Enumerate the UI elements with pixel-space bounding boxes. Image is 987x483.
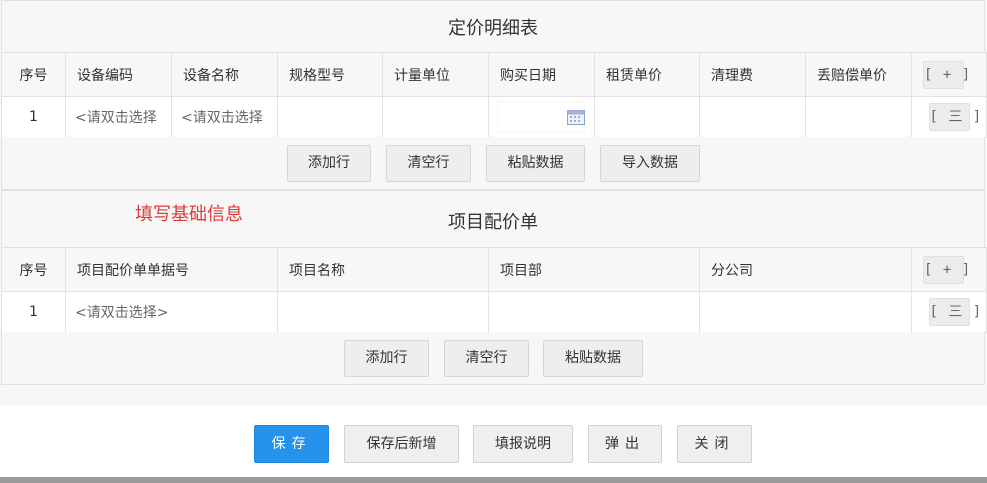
col-header-branch: 分公司 <box>699 247 912 292</box>
project-clear-rows-button[interactable]: 清空行 <box>444 340 529 377</box>
col-header-project-name: 项目名称 <box>277 247 489 292</box>
pricing-button-bar: 添加行 清空行 粘贴数据 导入数据 <box>1 137 985 190</box>
row-menu-cell: [ 三 ] <box>911 291 987 333</box>
col-header-unit: 计量单位 <box>382 52 489 97</box>
fill-instructions-button[interactable]: 填报说明 <box>473 425 573 463</box>
form-page: 定价明细表 序号 设备编码 设备名称 规格型号 计量单位 购买日期 租赁单价 清… <box>0 0 987 405</box>
equip-code-cell[interactable]: <请双击选择 <box>65 96 172 138</box>
pricing-section-title: 定价明细表 <box>1 0 985 52</box>
col-header-purchase-date: 购买日期 <box>488 52 595 97</box>
project-dept-cell[interactable] <box>488 291 700 333</box>
project-table: 序号 项目配价单单据号 项目名称 项目部 分公司 [ + ] 1 <请双击选择>… <box>1 247 987 333</box>
row-menu-button[interactable]: [ 三 ] <box>928 298 981 326</box>
bottom-edge-bar <box>0 477 987 483</box>
col-header-equip-code: 设备编码 <box>65 52 172 97</box>
col-header-cleaning-fee: 清理费 <box>699 52 806 97</box>
col-header-spec: 规格型号 <box>277 52 383 97</box>
cleaning-fee-cell[interactable] <box>699 96 806 138</box>
add-column-cell: [ + ] <box>911 52 987 97</box>
col-header-loss-price: 丢赔偿单价 <box>805 52 912 97</box>
spec-cell[interactable] <box>277 96 383 138</box>
calendar-icon[interactable] <box>567 109 585 125</box>
col-header-equip-name: 设备名称 <box>171 52 278 97</box>
purchase-date-cell[interactable] <box>488 96 595 138</box>
pricing-add-row-button[interactable]: 添加行 <box>287 145 371 182</box>
pricing-table: 序号 设备编码 设备名称 规格型号 计量单位 购买日期 租赁单价 清理费 丢赔偿… <box>1 52 987 138</box>
popup-button[interactable]: 弹出 <box>588 425 662 463</box>
rent-price-cell[interactable] <box>594 96 700 138</box>
pricing-title-text: 定价明细表 <box>448 17 538 39</box>
project-name-cell[interactable] <box>277 291 489 333</box>
project-paste-data-button[interactable]: 粘贴数据 <box>543 340 643 377</box>
save-and-new-button[interactable]: 保存后新增 <box>344 425 459 463</box>
close-button[interactable]: 关闭 <box>677 425 752 463</box>
doc-no-cell[interactable]: <请双击选择> <box>65 291 278 333</box>
pricing-import-data-button[interactable]: 导入数据 <box>600 145 700 182</box>
project-add-row-button[interactable]: 添加行 <box>344 340 429 377</box>
table-row: 1 <请双击选择 <请双击选择 [三] <box>1 96 987 138</box>
col-header-index: 序号 <box>1 247 66 292</box>
col-header-doc-no: 项目配价单单据号 <box>65 247 278 292</box>
table-row: 1 <请双击选择> [ 三 ] <box>1 291 987 333</box>
pricing-header-row: 序号 设备编码 设备名称 规格型号 计量单位 购买日期 租赁单价 清理费 丢赔偿… <box>1 52 987 97</box>
row-menu-button[interactable]: [ 三 ] <box>928 103 981 131</box>
row-index: 1 <box>1 291 66 333</box>
branch-cell[interactable] <box>699 291 912 333</box>
save-button[interactable]: 保存 <box>254 425 329 463</box>
col-header-rent-price: 租赁单价 <box>594 52 700 97</box>
equip-name-cell[interactable]: <请双击选择 <box>171 96 278 138</box>
col-header-index: 序号 <box>1 52 66 97</box>
project-header-row: 序号 项目配价单单据号 项目名称 项目部 分公司 [ + ] <box>1 247 987 292</box>
row-menu-cell: [ 三 ] <box>911 96 987 138</box>
unit-cell[interactable] <box>382 96 489 138</box>
project-button-bar: 添加行 清空行 粘贴数据 <box>1 332 985 385</box>
project-title-text: 项目配价单 <box>448 212 538 233</box>
pricing-paste-data-button[interactable]: 粘贴数据 <box>486 145 585 182</box>
loss-price-cell[interactable] <box>805 96 912 138</box>
purchase-date-input[interactable] <box>497 101 585 133</box>
col-header-project-dept: 项目部 <box>488 247 700 292</box>
add-column-cell: [ + ] <box>911 247 987 292</box>
fill-basic-info-note: 填写基础信息 <box>135 204 243 225</box>
add-column-button[interactable]: [ + ] <box>923 60 970 89</box>
pricing-clear-rows-button[interactable]: 清空行 <box>386 145 471 182</box>
row-index: 1 <box>1 96 66 138</box>
add-column-button[interactable]: [ + ] <box>923 255 970 284</box>
